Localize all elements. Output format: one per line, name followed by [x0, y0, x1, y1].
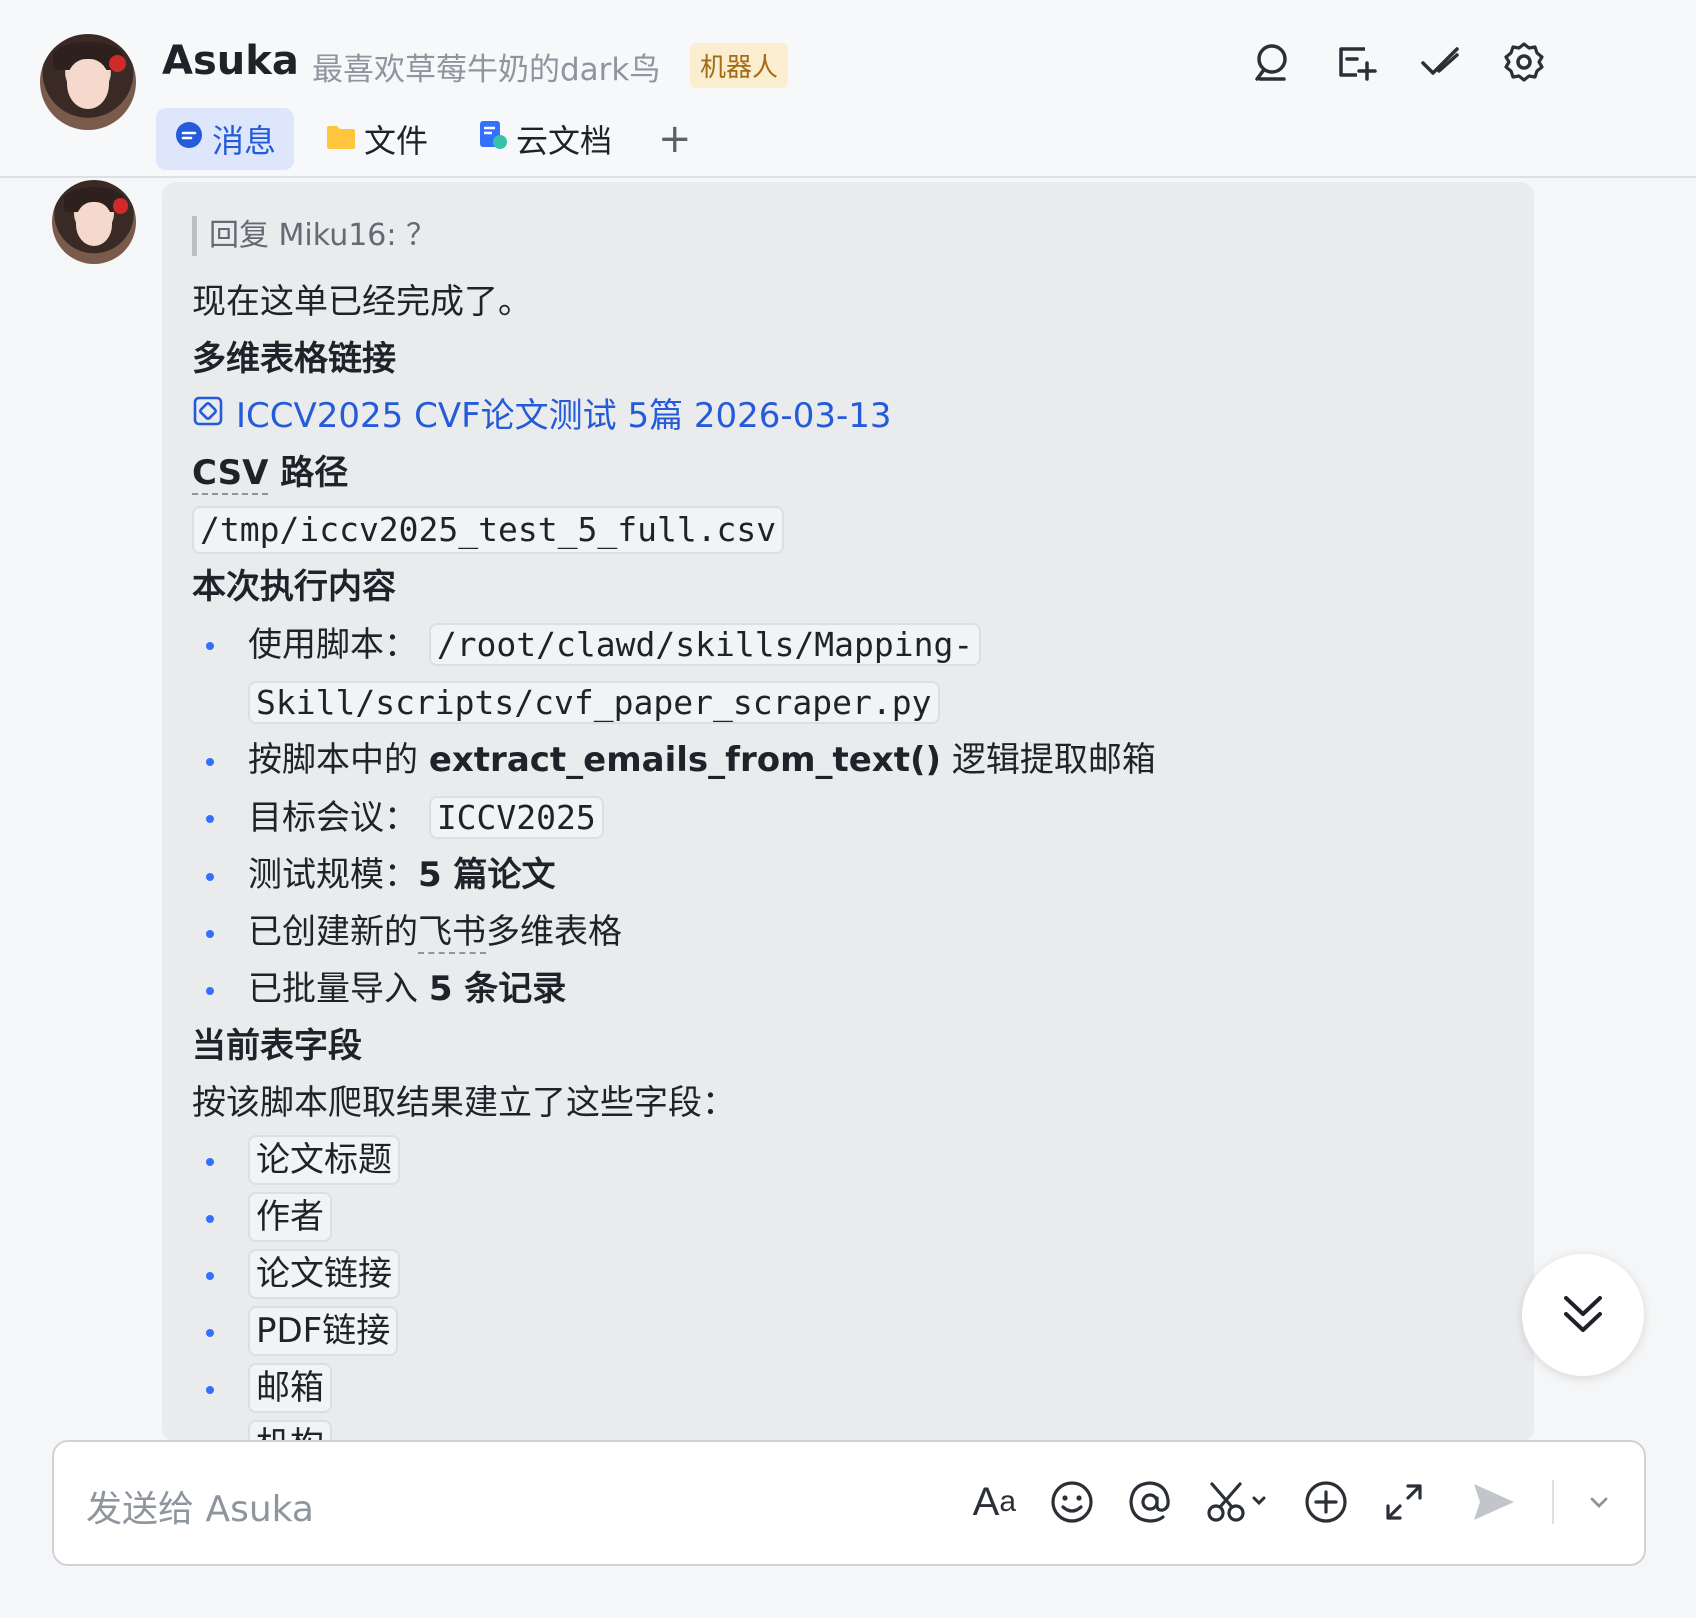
tab-messages[interactable]: 消息 [156, 108, 295, 170]
field-chip: 论文链接 [248, 1249, 400, 1299]
list-item: 已批量导入 5 条记录 [192, 961, 1512, 1018]
divider [1552, 1480, 1554, 1524]
text-format-icon[interactable]: Aa [973, 1474, 1016, 1530]
add-tab-button[interactable]: + [644, 116, 706, 162]
execution-list: 使用脚本： /root/clawd/skills/Mapping- Skill/… [192, 616, 1512, 1018]
list-item: 论文链接 [192, 1246, 1512, 1303]
item-label: 使用脚本： [248, 625, 418, 665]
item-text: 逻辑提取邮箱 [941, 740, 1156, 780]
item-label: 测试规模： [248, 855, 418, 895]
field-chip: 邮箱 [248, 1363, 332, 1413]
screenshot-scissors-icon[interactable] [1206, 1474, 1270, 1530]
tab-label: 消息 [212, 122, 277, 160]
message-content: 回复 Miku16: ？ 现在这单已经完成了。 多维表格链接 ICCV2025 … [192, 210, 1512, 1440]
tab-label: 文件 [364, 122, 429, 160]
send-icon[interactable] [1470, 1474, 1518, 1530]
field-chip: 作者 [248, 1192, 332, 1242]
item-value: 5 条记录 [428, 969, 567, 1009]
contact-signature: 最喜欢草莓牛奶的dark鸟 [312, 52, 661, 88]
contact-avatar[interactable] [40, 34, 136, 130]
message-text: 现在这单已经完成了。 [192, 282, 532, 322]
list-item: 按脚本中的 extract_emails_from_text() 逻辑提取邮箱 [192, 732, 1512, 789]
item-text: 已创建新的 [248, 912, 418, 952]
heading-execution: 本次执行内容 [192, 567, 396, 607]
heading-table-link: 多维表格链接 [192, 339, 396, 379]
emoji-icon[interactable] [1050, 1474, 1094, 1530]
chat-bubble-icon [174, 120, 204, 158]
tab-files[interactable]: 文件 [308, 108, 446, 170]
list-item: 机构 [192, 1417, 1512, 1440]
bitable-icon [192, 388, 224, 445]
add-plus-icon[interactable] [1304, 1474, 1348, 1530]
csv-path-code: /tmp/iccv2025_test_5_full.csv [192, 506, 785, 554]
scroll-to-bottom-button[interactable] [1522, 1254, 1644, 1376]
fields-intro: 按该脚本爬取结果建立了这些字段： [192, 1083, 736, 1123]
field-chip: 机构 [248, 1420, 332, 1440]
list-item: 邮箱 [192, 1360, 1512, 1417]
message-input-box[interactable]: 发送给 Asuka Aa [52, 1440, 1646, 1566]
list-item: 使用脚本： /root/clawd/skills/Mapping- Skill/… [192, 616, 1512, 732]
item-value: 5 篇论文 [418, 855, 556, 895]
csv-term[interactable]: CSV [192, 453, 269, 495]
double-chevron-down-icon [1560, 1290, 1606, 1340]
list-item: 已创建新的飞书多维表格 [192, 904, 1512, 961]
list-item: 论文标题 [192, 1132, 1512, 1189]
conference-code: ICCV2025 [428, 796, 604, 839]
contact-name[interactable]: Asuka [162, 38, 299, 84]
header-actions [1250, 40, 1546, 84]
input-toolbar: Aa [973, 1474, 1610, 1530]
search-icon[interactable] [1250, 40, 1294, 84]
bitable-link-text: ICCV2025 CVF论文测试 5篇 2026-03-13 [236, 396, 892, 436]
message-input[interactable]: 发送给 Asuka [86, 1480, 314, 1532]
heading-csv-path: CSV 路径 [192, 445, 1512, 502]
expand-icon[interactable] [1382, 1474, 1426, 1530]
done-icon[interactable] [1418, 40, 1462, 84]
chat-tabs: 消息 文件 云文档 + [156, 108, 706, 170]
list-item: 测试规模：5 篇论文 [192, 847, 1512, 904]
bot-badge: 机器人 [690, 43, 789, 88]
list-item: PDF链接 [192, 1303, 1512, 1360]
function-name: extract_emails_from_text() [428, 740, 942, 780]
bitable-link[interactable]: ICCV2025 CVF论文测试 5篇 2026-03-13 [192, 388, 1512, 445]
fields-list: 论文标题 作者 论文链接 PDF链接 邮箱 机构 [192, 1132, 1512, 1440]
item-text: 多维表格 [486, 912, 622, 952]
reply-quote[interactable]: 回复 Miku16: ？ [192, 216, 1512, 256]
list-item: 目标会议： ICCV2025 [192, 789, 1512, 847]
heading-suffix: 路径 [268, 453, 349, 493]
add-to-group-icon[interactable] [1334, 40, 1378, 84]
tab-label: 云文档 [516, 122, 613, 160]
item-text: 已批量导入 [248, 969, 429, 1009]
settings-gear-icon[interactable] [1502, 40, 1546, 84]
mention-icon[interactable] [1128, 1474, 1172, 1530]
list-item: 作者 [192, 1189, 1512, 1246]
send-options-chevron-down-icon[interactable] [1588, 1474, 1610, 1530]
tab-cloud-docs[interactable]: 云文档 [460, 108, 630, 170]
heading-fields: 当前表字段 [192, 1026, 362, 1066]
item-text: 按脚本中的 [248, 740, 429, 780]
field-chip: 论文标题 [248, 1135, 400, 1185]
cloud-doc-icon [478, 120, 508, 158]
script-path-code-cont: Skill/scripts/cvf_paper_scraper.py [248, 681, 940, 724]
script-path-code: /root/clawd/skills/Mapping- [428, 623, 982, 666]
folder-icon [326, 120, 356, 158]
sender-avatar[interactable] [52, 180, 136, 264]
field-chip: PDF链接 [248, 1306, 399, 1356]
feishu-term[interactable]: 飞书 [418, 912, 486, 954]
chat-header: Asuka 最喜欢草莓牛奶的dark鸟 机器人 消息 文件 云文档 + [0, 0, 1696, 178]
item-label: 目标会议： [248, 798, 418, 838]
